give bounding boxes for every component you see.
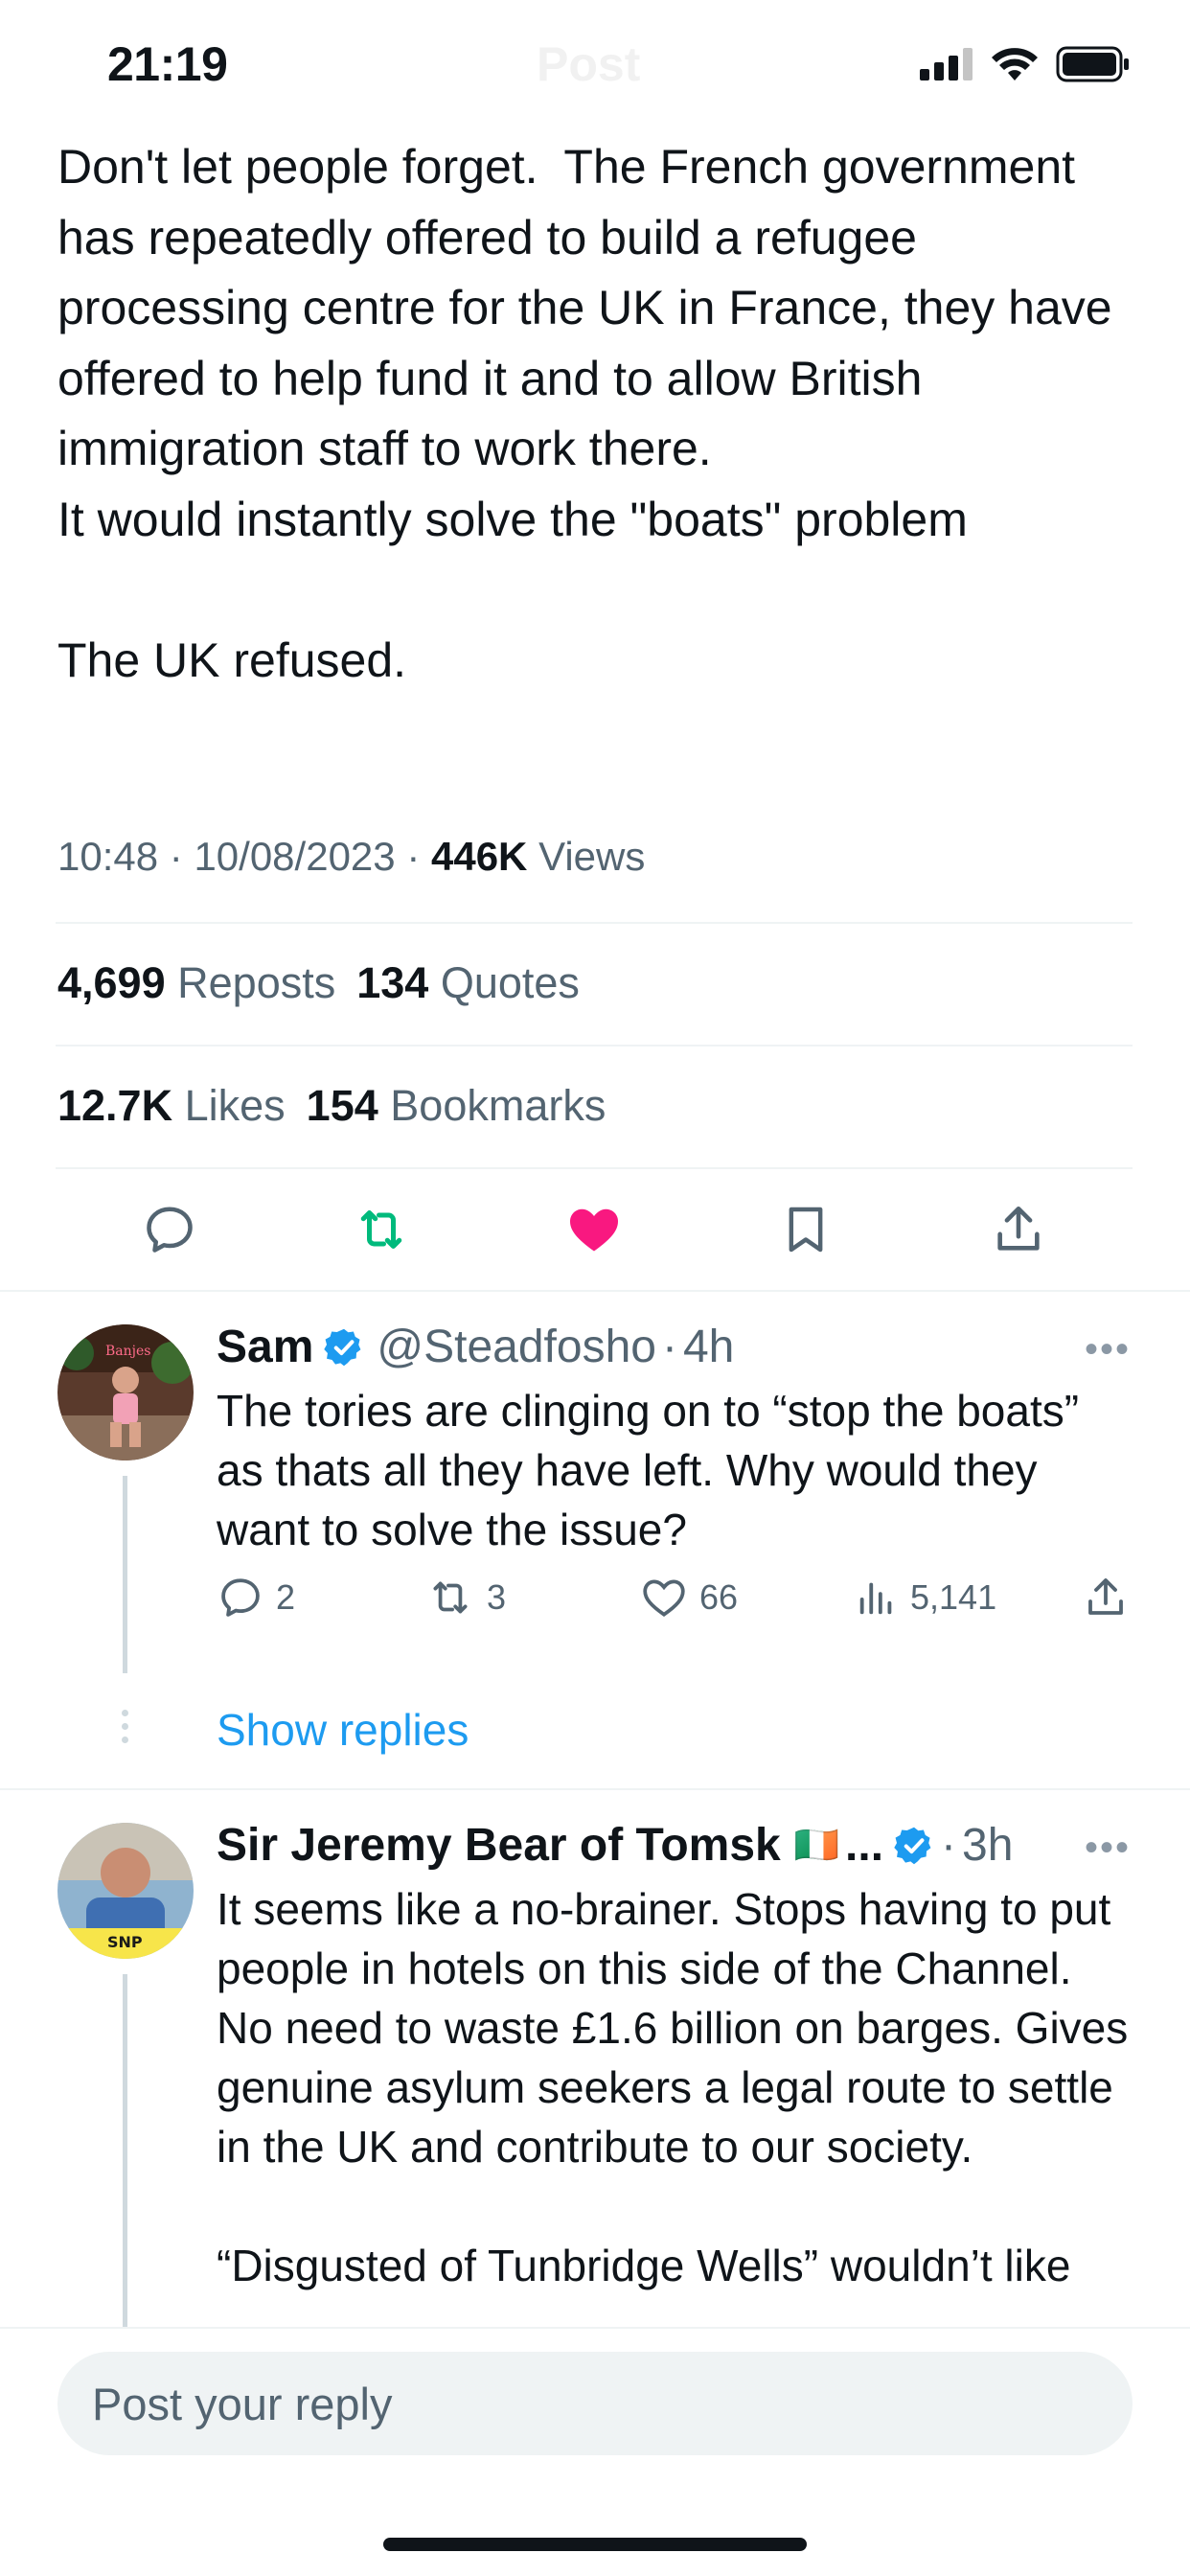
reply-text: The tories are clinging on to “stop the … [217,1386,1091,1554]
avatar[interactable]: Banjes [57,1324,194,1460]
reply-reply-button[interactable]: 2 [217,1574,295,1622]
divider [56,922,1133,924]
avatar[interactable]: SNP [57,1823,194,1959]
like-count: 66 [699,1577,739,1617]
thread-line [123,1974,127,2327]
quotes-stat[interactable]: 134 Quotes [356,958,580,1008]
views-icon [859,1582,892,1615]
section-divider [0,1788,1190,1790]
avatar-caption: SNP [107,1933,143,1951]
reposts-stat[interactable]: 4,699 Reposts [57,958,335,1008]
section-divider [0,1290,1190,1292]
more-icon[interactable]: ••• [1085,1827,1131,1870]
reply-age: 4h [682,1322,735,1372]
reply-repost-button[interactable]: 3 [425,1574,506,1622]
divider [56,1167,1133,1169]
reply-share-button[interactable] [1083,1574,1129,1622]
flag-icon: 🇮🇪 [793,1825,840,1866]
avatar-image: Banjes [57,1324,194,1460]
repost-count: 3 [487,1577,507,1617]
reply-like-button[interactable]: 66 [640,1574,738,1622]
share-icon [1088,1578,1123,1615]
tweet-views-label: Views [538,834,646,879]
reply-author-name[interactable]: Sir Jeremy Bear of Tomsk [217,1819,781,1872]
tweet-date: 10/08/2023 [194,834,396,879]
home-indicator [383,2538,807,2551]
tweet-time: 10:48 [57,834,159,879]
tweet-views-count: 446K [430,834,528,879]
repost-icon [433,1581,468,1614]
status-bar: 21:19 Post [0,0,1190,125]
share-button[interactable] [975,1188,1062,1271]
reply-action-bar: 2 3 66 5,141 [217,1574,1136,1631]
heart-icon [643,1579,685,1617]
heart-icon [570,1208,618,1252]
reply-icon [147,1207,193,1253]
separator-dot: · [661,1322,677,1372]
status-icons [920,46,1131,82]
tweet-meta: 10:48 · 10/08/2023 · 446K Views [57,834,646,879]
reply-icon [221,1578,260,1617]
tweet-text: Don't let people forget. The French gove… [57,140,1112,687]
like-button[interactable] [551,1188,637,1271]
view-count: 5,141 [910,1577,997,1617]
share-icon [997,1206,1040,1251]
reply-composer [0,2327,1190,2576]
show-replies-link[interactable]: Show replies [217,1704,469,1756]
verified-icon [324,1328,361,1366]
reply-count: 2 [276,1577,296,1617]
thread-line [123,1476,127,1673]
more-icon[interactable]: ••• [1085,1328,1131,1371]
reply-author-handle[interactable]: @Steadfosho [377,1321,656,1373]
tweet-action-bar [0,1188,1190,1271]
status-time: 21:19 [107,37,228,91]
repost-icon [360,1210,402,1249]
bookmark-button[interactable] [763,1188,849,1271]
reply-input[interactable] [57,2352,1133,2455]
reply-views-button[interactable]: 5,141 [855,1574,996,1622]
avatar-image: SNP [57,1823,194,1959]
battery-icon [1056,46,1129,82]
reply-age: 3h [962,1820,1014,1871]
reply-header: Sam @Steadfosho · 4h [217,1321,734,1373]
avatar-caption: Banjes [105,1344,150,1359]
verified-icon [894,1827,931,1864]
reply-author-name[interactable]: Sam [217,1321,313,1373]
stats-row-likes: 12.7K Likes 154 Bookmarks [57,1081,606,1131]
wifi-icon [992,48,1038,80]
separator-dot: · [941,1820,957,1871]
header-title: Post [537,37,641,91]
reply-header: Sir Jeremy Bear of Tomsk 🇮🇪 ... · 3h [217,1819,1013,1872]
repost-button[interactable] [338,1188,424,1271]
divider [56,1045,1133,1046]
name-truncation: ... [845,1820,884,1871]
bookmark-icon [789,1207,823,1253]
thread-dots [119,1710,130,1750]
reply-text: It seems like a no-brainer. Stops having… [217,1884,1129,2290]
reply-button[interactable] [126,1188,213,1271]
signal-icon [920,48,973,80]
likes-stat[interactable]: 12.7K Likes [57,1081,286,1131]
bookmarks-stat[interactable]: 154 Bookmarks [307,1081,606,1131]
stats-row-reposts: 4,699 Reposts 134 Quotes [57,958,580,1008]
